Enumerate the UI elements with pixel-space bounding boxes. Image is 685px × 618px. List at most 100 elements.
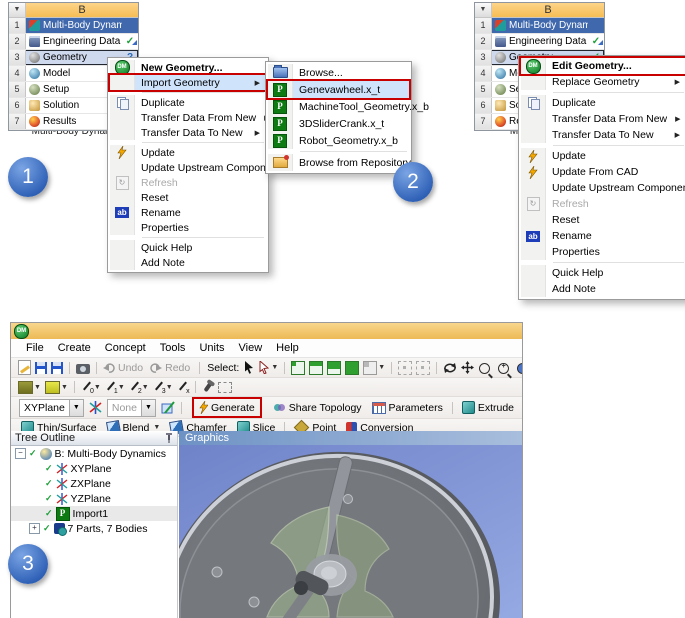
sketch-combobox[interactable]: None ▼ [107, 399, 156, 417]
menu-item-transfer-to-new[interactable]: Transfer Data To New ▶ [110, 125, 266, 140]
tree-node-xyplane[interactable]: ✓ XYPlane [11, 461, 177, 476]
menu-item-update[interactable]: Update [521, 148, 685, 164]
menu-view[interactable]: View [232, 342, 270, 354]
menu-item-update-upstream[interactable]: Update Upstream Components [521, 180, 685, 196]
filter-bodies-icon[interactable]: 3 [153, 381, 165, 394]
image-capture-icon[interactable] [76, 364, 90, 374]
filter-all-icon[interactable]: x [177, 381, 189, 394]
select-vertex-cube-icon[interactable] [291, 361, 305, 375]
face-color-swatch-icon[interactable] [18, 381, 33, 394]
menu-item-rename[interactable]: Rename [521, 228, 685, 244]
menu-tools[interactable]: Tools [153, 342, 193, 354]
menu-item-import-geometry[interactable]: Import Geometry ▶ [110, 75, 266, 90]
redo-icon[interactable] [150, 362, 162, 374]
tree-node-zxplane[interactable]: ✓ ZXPlane [11, 476, 177, 491]
menu-item-reset[interactable]: Reset [521, 212, 685, 228]
menu-item-quick-help[interactable]: Quick Help [110, 240, 266, 255]
box-zoom-icon[interactable] [517, 363, 523, 374]
collapse-icon[interactable]: − [15, 448, 26, 459]
submenu-item-browse-repository[interactable]: Browse from Repository... [268, 154, 409, 171]
menu-item-quick-help[interactable]: Quick Help [521, 265, 685, 281]
header-dropdown-icon[interactable]: ▼ [9, 3, 26, 17]
pin-icon[interactable] [203, 382, 212, 392]
table-row-system[interactable]: 1 Multi-Body Dynamics [9, 18, 138, 34]
submenu-item-genevawheel[interactable]: Genevawheel.x_t [268, 81, 409, 98]
chevron-down-icon[interactable]: ▼ [94, 384, 101, 391]
menu-item-transfer-to-new[interactable]: Transfer Data To New ▶ [521, 127, 685, 143]
extend-selection-cube-icon[interactable] [363, 361, 377, 375]
graphics-viewport[interactable] [179, 445, 522, 618]
marquee-select-icon[interactable] [218, 382, 232, 393]
chevron-down-icon[interactable]: ▼ [61, 384, 68, 391]
menu-item-edit-geometry[interactable]: Edit Geometry... [521, 58, 685, 74]
isometric-view-icon[interactable] [398, 361, 412, 375]
menu-concept[interactable]: Concept [98, 342, 153, 354]
pin-icon[interactable] [165, 433, 173, 443]
new-sketch-plane-icon[interactable] [161, 401, 175, 414]
select-cursor-icon[interactable] [244, 361, 255, 374]
submenu-item-3dslidercrank[interactable]: 3DSliderCrank.x_t [268, 115, 409, 132]
table-row-engineering-data[interactable]: 2 Engineering Data ✓ [9, 34, 138, 50]
undo-icon[interactable] [103, 362, 115, 374]
expand-icon[interactable]: + [29, 523, 40, 534]
chevron-down-icon[interactable]: ▼ [118, 384, 125, 391]
rotate-icon[interactable] [443, 361, 457, 374]
chevron-down-icon[interactable]: ▼ [141, 400, 155, 416]
table-row-system[interactable]: 1 Multi-Body Dynamics [475, 18, 604, 34]
revolve-button[interactable]: Revo [519, 399, 523, 416]
extrude-button[interactable]: Extrude [457, 399, 519, 416]
select-edge-cube-icon[interactable] [309, 361, 323, 375]
new-sketch-icon[interactable] [18, 360, 31, 375]
select-mode-cursor-icon[interactable] [259, 361, 270, 374]
menu-item-duplicate[interactable]: Duplicate [110, 95, 266, 110]
tree-node-yzplane[interactable]: ✓ YZPlane [11, 491, 177, 506]
title-bar[interactable] [11, 323, 522, 339]
menu-item-add-note[interactable]: Add Note [110, 255, 266, 270]
chevron-down-icon[interactable]: ▼ [378, 364, 385, 371]
menu-item-duplicate[interactable]: Duplicate [521, 95, 685, 111]
parameters-button[interactable]: Parameters [367, 399, 448, 416]
zoom-icon[interactable] [479, 363, 490, 374]
tree-node-root[interactable]: − ✓ B: Multi-Body Dynamics [11, 446, 177, 461]
tree-node-parts-bodies[interactable]: + ✓ 7 Parts, 7 Bodies [11, 521, 177, 536]
edge-color-swatch-icon[interactable] [45, 381, 60, 394]
chevron-down-icon[interactable]: ▼ [34, 384, 41, 391]
table-row-engineering-data[interactable]: 2 Engineering Data ✓ [475, 34, 604, 50]
chevron-down-icon[interactable]: ▼ [69, 400, 83, 416]
filter-points-icon[interactable]: 0 [81, 381, 93, 394]
menu-item-properties[interactable]: Properties [521, 244, 685, 260]
axis-triad-icon[interactable] [89, 401, 102, 414]
select-face-cube-icon[interactable] [327, 361, 341, 375]
menu-item-update-from-cad[interactable]: Update From CAD [521, 164, 685, 180]
header-dropdown-icon[interactable]: ▼ [475, 3, 492, 17]
zoom-in-icon[interactable]: + [498, 363, 509, 374]
save-as-icon[interactable] [51, 362, 63, 374]
chevron-down-icon[interactable]: ▼ [166, 384, 173, 391]
menu-item-rename[interactable]: Rename [110, 205, 266, 220]
select-body-cube-icon[interactable] [345, 361, 359, 375]
chevron-down-icon[interactable]: ▼ [153, 424, 160, 431]
generate-button[interactable]: Generate [194, 399, 260, 416]
menu-create[interactable]: Create [51, 342, 98, 354]
chevron-down-icon[interactable]: ▼ [142, 384, 149, 391]
chevron-down-icon[interactable]: ▼ [271, 364, 278, 371]
submenu-item-machinetool[interactable]: MachineTool_Geometry.x_b [268, 98, 409, 115]
menu-item-reset[interactable]: Reset [110, 190, 266, 205]
menu-item-update-upstream[interactable]: Update Upstream Components [110, 160, 266, 175]
tree-node-import1[interactable]: ✓ Import1 [11, 506, 177, 521]
zoom-to-fit-icon[interactable] [416, 361, 430, 375]
save-icon[interactable] [35, 362, 47, 374]
menu-item-new-geometry[interactable]: New Geometry... [110, 60, 266, 75]
plane-combobox[interactable]: XYPlane ▼ [19, 399, 84, 417]
menu-units[interactable]: Units [192, 342, 231, 354]
submenu-item-robot[interactable]: Robot_Geometry.x_b [268, 132, 409, 149]
submenu-item-browse[interactable]: Browse... [268, 64, 409, 81]
menu-item-transfer-from-new[interactable]: Transfer Data From New ▶ [521, 111, 685, 127]
menu-item-transfer-from-new[interactable]: Transfer Data From New ▶ [110, 110, 266, 125]
filter-edges-icon[interactable]: 1 [105, 381, 117, 394]
menu-help[interactable]: Help [269, 342, 306, 354]
menu-item-replace-geometry[interactable]: Replace Geometry ▶ [521, 74, 685, 90]
menu-item-update[interactable]: Update [110, 145, 266, 160]
menu-item-add-note[interactable]: Add Note [521, 281, 685, 297]
menu-item-properties[interactable]: Properties [110, 220, 266, 235]
